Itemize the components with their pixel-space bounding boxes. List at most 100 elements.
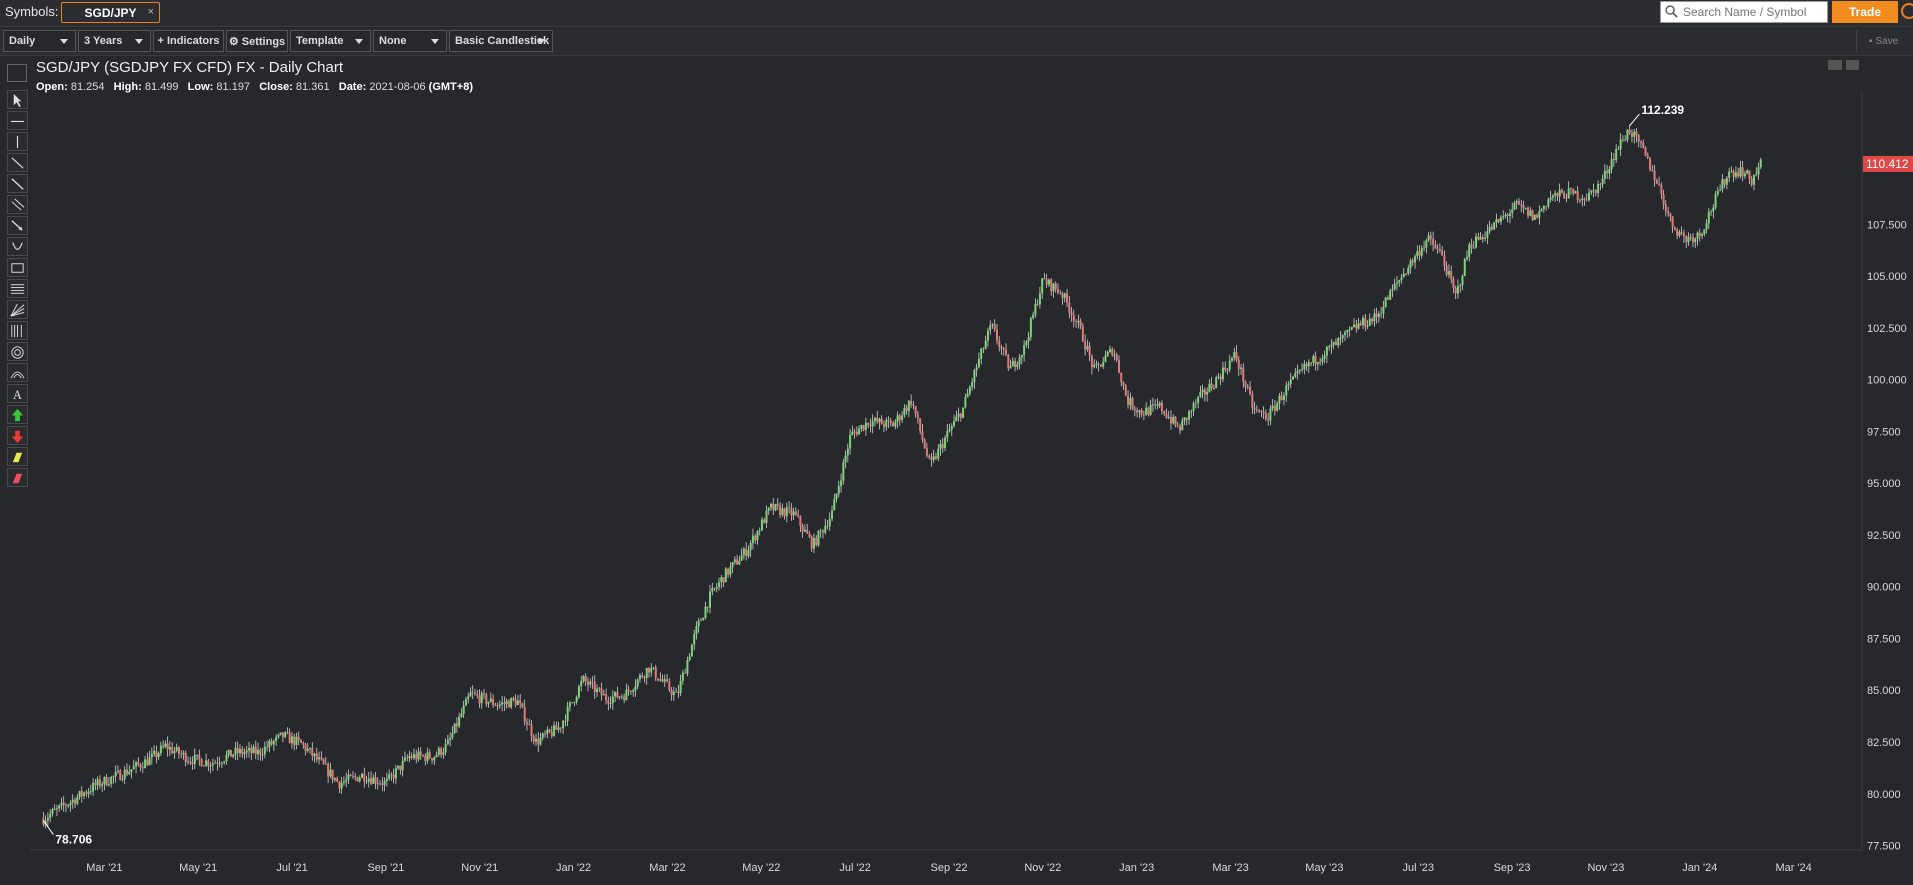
candle-body [968,386,971,394]
candle-body [1527,208,1530,216]
candle-body [564,720,567,722]
price-chart[interactable]: 77.500 80.000 82.500 85.000 87.500 90.000 92.5… [0,0,1913,885]
candle-body [910,400,913,405]
last-price-label: 110.412 [1866,157,1909,171]
candle-body [478,695,481,704]
candle-body [702,617,705,621]
candle-body [1454,287,1457,294]
candle-body [361,773,364,778]
candle-body [690,644,693,657]
candle-body [559,727,562,729]
x-tick-label: Mar '23 [1212,862,1248,874]
candle-body [437,748,440,755]
candle-body [1531,210,1534,220]
candle-body [566,706,569,722]
candle-body [903,407,906,416]
candle-body [887,419,890,421]
candle-body [751,535,754,544]
candle-body [1138,410,1141,413]
candle-body [801,525,804,532]
candle-body [510,698,513,708]
candle-body [880,418,883,425]
candle-body [471,692,474,694]
candle-body [1660,184,1663,195]
candle-body [1298,369,1301,371]
candle-body [1373,313,1376,322]
candle-body [304,744,307,751]
candle-body [1045,279,1048,285]
candle-body [1441,250,1444,256]
candle-body [973,370,976,383]
candle-body [1606,170,1609,174]
candle-body [1475,236,1478,248]
candle-body [1163,411,1166,414]
candle-body [1748,170,1751,179]
candle-body [828,518,831,527]
candle-body [939,444,942,449]
candle-body [218,763,221,765]
candle-body [600,688,603,696]
candle-body [519,700,522,704]
candle-body [1682,232,1685,237]
candle-body [229,749,232,757]
candle-body [1432,238,1435,245]
candle-body [1728,171,1731,178]
candle-body [1303,364,1306,370]
candle-body [220,762,223,764]
candle-body [1215,377,1218,389]
candle-body [250,747,253,754]
candle-body [455,723,458,727]
candle-body [399,765,402,771]
candle-body [860,425,863,429]
candle-body [641,675,644,678]
candle-body [591,681,594,683]
candle-body [107,784,110,786]
candle-body [444,744,447,753]
candle-body [808,533,811,537]
candle-body [1160,402,1163,412]
candle-body [191,761,194,765]
candle-body [833,498,836,511]
candle-body [1737,172,1740,177]
candle-body [1052,283,1055,292]
candle-body [514,699,517,706]
candle-body [184,752,187,763]
candle-body [1551,195,1554,198]
candle-body [516,700,519,706]
candle-body [568,702,571,707]
candle-body [1206,391,1209,395]
candle-body [1671,216,1674,228]
candle-body [266,746,269,748]
candle-body [53,809,56,811]
candle-body [826,525,829,527]
candle-body [1418,251,1421,256]
candle-body [650,668,653,673]
candle-body [182,752,185,755]
candle-body [458,716,461,727]
candle-body [1334,341,1337,346]
candle-body [607,700,610,704]
candle-body [1316,362,1319,365]
candle-body [98,779,101,787]
candle-body [916,414,919,419]
candle-body [1271,405,1274,409]
candle-body [869,425,872,427]
x-tick-label: Sep '22 [931,862,968,874]
candle-body [1585,199,1588,201]
candle-body [1506,215,1509,217]
candle-body [193,754,196,765]
candle-body [1343,332,1346,336]
candle-body [1640,141,1643,143]
candle-body [121,779,124,780]
candle-body [1658,183,1661,185]
candle-body [1712,207,1715,212]
candle-body [1230,357,1233,361]
candle-body [139,764,142,768]
candle-body [1362,317,1365,325]
candle-body [1169,417,1172,424]
x-tick-label: Nov '23 [1587,862,1624,874]
candle-body [901,415,904,420]
candle-body [1072,314,1075,322]
candle-body [1106,351,1109,356]
candle-body [720,577,723,583]
